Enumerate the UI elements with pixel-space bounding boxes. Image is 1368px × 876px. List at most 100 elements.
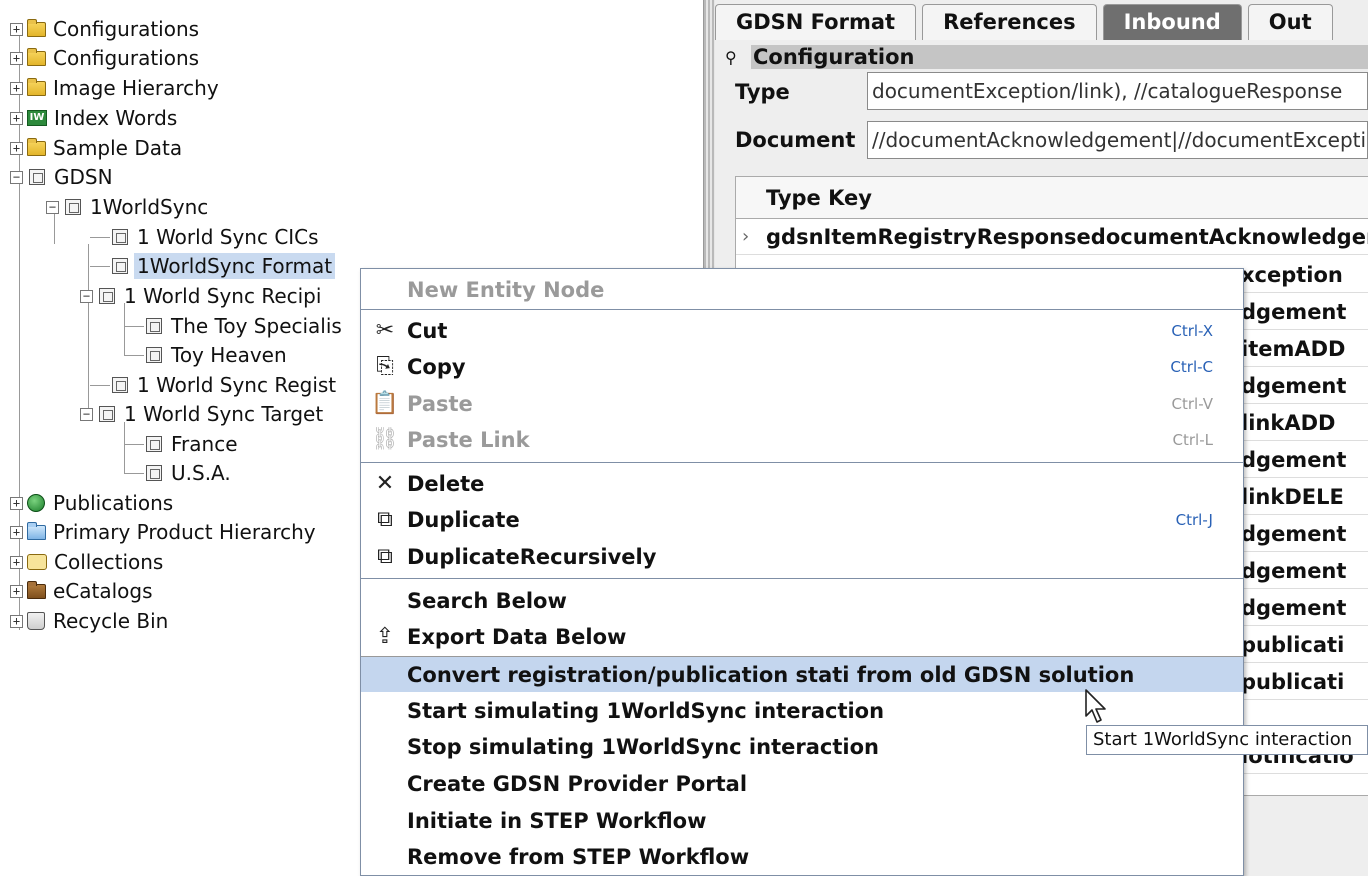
expand-icon[interactable]: + (10, 496, 23, 510)
menu-item-cut[interactable]: ✂ Cut Ctrl-X (361, 313, 1243, 349)
tree-node-label: Configurations (53, 46, 200, 70)
entity-node-icon (146, 465, 162, 481)
tree-node-label: 1 World Sync Regist (137, 373, 337, 397)
menu-item-initiate-workflow[interactable]: Initiate in STEP Workflow (361, 803, 1243, 839)
menu-item-shortcut: Ctrl-C (1170, 358, 1213, 376)
expand-icon[interactable]: + (10, 584, 23, 598)
table-cell: gdsnItemRegistryResponsedocumentAcknowle… (766, 225, 1368, 249)
tree-node-france[interactable]: France (124, 429, 241, 459)
tree-node-label: Configurations (53, 17, 200, 41)
mouse-cursor-icon (1085, 689, 1106, 723)
menu-item-start-simulating[interactable]: Start simulating 1WorldSync interaction (361, 693, 1243, 729)
collapse-icon[interactable]: − (80, 407, 93, 421)
menu-separator (361, 309, 1243, 310)
tree-node-label: Index Words (54, 106, 178, 130)
tree-node-label: 1WorldSync (90, 195, 209, 219)
tree-node-publications[interactable]: + Publications (10, 488, 176, 518)
collapse-icon[interactable]: − (80, 289, 93, 303)
tree-node-world-sync-registry[interactable]: 1 World Sync Regist (90, 370, 339, 400)
index-words-icon: IW (27, 110, 47, 126)
duplicate-icon: ⧉ (377, 544, 393, 569)
tree-node-world-sync-target[interactable]: − 1 World Sync Target (80, 399, 326, 429)
menu-item-label: Remove from STEP Workflow (407, 845, 750, 869)
menu-item-paste[interactable]: 📋 Paste Ctrl-V (361, 386, 1243, 422)
menu-item-export-data-below[interactable]: ⇪ Export Data Below (361, 619, 1243, 655)
tree-node-label: 1 World Sync CICs (137, 225, 319, 249)
menu-item-remove-workflow[interactable]: Remove from STEP Workflow (361, 839, 1243, 875)
menu-item-new-entity-node[interactable]: New Entity Node (361, 272, 1243, 308)
expand-icon[interactable]: + (10, 22, 23, 36)
table-cell: dgement (1241, 522, 1347, 546)
menu-item-label: Paste Link (407, 428, 530, 452)
document-field[interactable]: //documentAcknowledgement|//documentExce… (867, 121, 1368, 159)
tree-node-primary-product-hierarchy[interactable]: + Primary Product Hierarchy (10, 517, 319, 547)
tree-connector (124, 325, 144, 327)
collapse-icon[interactable]: − (10, 170, 23, 184)
tab-out[interactable]: Out (1247, 4, 1333, 40)
table-header-type-key[interactable]: Type Key (736, 177, 1368, 219)
table-cell: publicati (1241, 670, 1345, 694)
collections-icon (27, 554, 47, 570)
menu-item-shortcut: Ctrl-V (1171, 395, 1213, 413)
type-label: Type (735, 80, 790, 104)
tree-connector (124, 354, 144, 356)
table-cell: xception (1241, 263, 1343, 287)
table-cell: dgement (1241, 374, 1347, 398)
tree-connector (90, 265, 110, 267)
table-row[interactable]: › gdsnItemRegistryResponsedocumentAcknow… (736, 219, 1368, 255)
tab-gdsn-format[interactable]: GDSN Format (715, 4, 917, 40)
menu-item-shortcut: Ctrl-X (1171, 322, 1213, 340)
type-field[interactable]: documentException/link), //catalogueResp… (867, 72, 1368, 110)
table-cell: dgement (1241, 559, 1347, 583)
menu-item-create-provider-portal[interactable]: Create GDSN Provider Portal (361, 766, 1243, 802)
tree-node-usa[interactable]: U.S.A. (124, 458, 234, 488)
menu-item-copy[interactable]: ⎘ Copy Ctrl-C (361, 349, 1243, 385)
tree-node-recycle-bin[interactable]: + Recycle Bin (10, 606, 171, 636)
tree-node-sample-data[interactable]: + Sample Data (10, 133, 185, 163)
tree-node-world-sync-cics[interactable]: 1 World Sync CICs (90, 222, 322, 252)
expand-icon[interactable]: + (10, 525, 23, 539)
entity-node-icon (65, 199, 81, 215)
tree-node-collections[interactable]: + Collections (10, 547, 166, 577)
collapse-icon[interactable]: − (46, 200, 59, 214)
tree-connector (124, 472, 144, 474)
menu-item-search-below[interactable]: Search Below (361, 583, 1243, 619)
menu-item-paste-link[interactable]: ⛓ Paste Link Ctrl-L (361, 422, 1243, 458)
table-cell: linkADD (1241, 411, 1336, 435)
pin-icon[interactable]: ⚲ (725, 48, 741, 67)
tree-node-world-sync-recipients[interactable]: − 1 World Sync Recipi (80, 281, 324, 311)
tree-node-toy-specialist[interactable]: The Toy Specialis (124, 311, 345, 341)
menu-item-label: Delete (407, 472, 485, 496)
tree-node-gdsn[interactable]: − GDSN (10, 162, 116, 192)
expand-icon[interactable]: + (10, 614, 23, 628)
menu-item-duplicate-recursively[interactable]: ⧉ DuplicateRecursively (361, 539, 1243, 575)
menu-separator (361, 578, 1243, 579)
entity-node-icon (99, 288, 115, 304)
tree-node-index-words[interactable]: + IW Index Words (10, 103, 180, 133)
configuration-section-header[interactable]: ⚲ Configuration (725, 44, 1368, 70)
menu-item-duplicate[interactable]: ⧉ Duplicate Ctrl-J (361, 502, 1243, 538)
expand-icon[interactable]: + (10, 555, 23, 569)
tree-node-toy-heaven[interactable]: Toy Heaven (124, 340, 290, 370)
expand-icon[interactable]: + (10, 51, 23, 65)
entity-node-icon (29, 169, 45, 185)
tree-node-label: Publications (53, 491, 174, 515)
expand-icon[interactable]: + (10, 141, 23, 155)
menu-item-convert-registration[interactable]: Convert registration/publication stati f… (361, 656, 1243, 692)
expand-icon[interactable]: + (10, 81, 23, 95)
tree-node-1worldsync-format[interactable]: 1WorldSync Format (90, 251, 336, 281)
tree-node-ecatalogs[interactable]: + eCatalogs (10, 576, 156, 606)
tree-node-configurations-2[interactable]: + Configurations (10, 43, 202, 73)
copy-icon: ⎘ (376, 354, 394, 379)
entity-node-icon (112, 258, 128, 274)
tab-references[interactable]: References (922, 4, 1097, 40)
chevron-right-icon[interactable]: › (742, 219, 749, 254)
tab-inbound[interactable]: Inbound (1102, 4, 1242, 40)
folder-icon (27, 137, 46, 156)
tree-node-label: Recycle Bin (53, 609, 169, 633)
tree-node-1worldsync[interactable]: − 1WorldSync (46, 192, 211, 222)
expand-icon[interactable]: + (10, 111, 23, 125)
menu-item-delete[interactable]: ✕ Delete (361, 466, 1243, 502)
tree-node-image-hierarchy[interactable]: + Image Hierarchy (10, 73, 222, 103)
tree-node-configurations[interactable]: + Configurations (10, 14, 202, 44)
